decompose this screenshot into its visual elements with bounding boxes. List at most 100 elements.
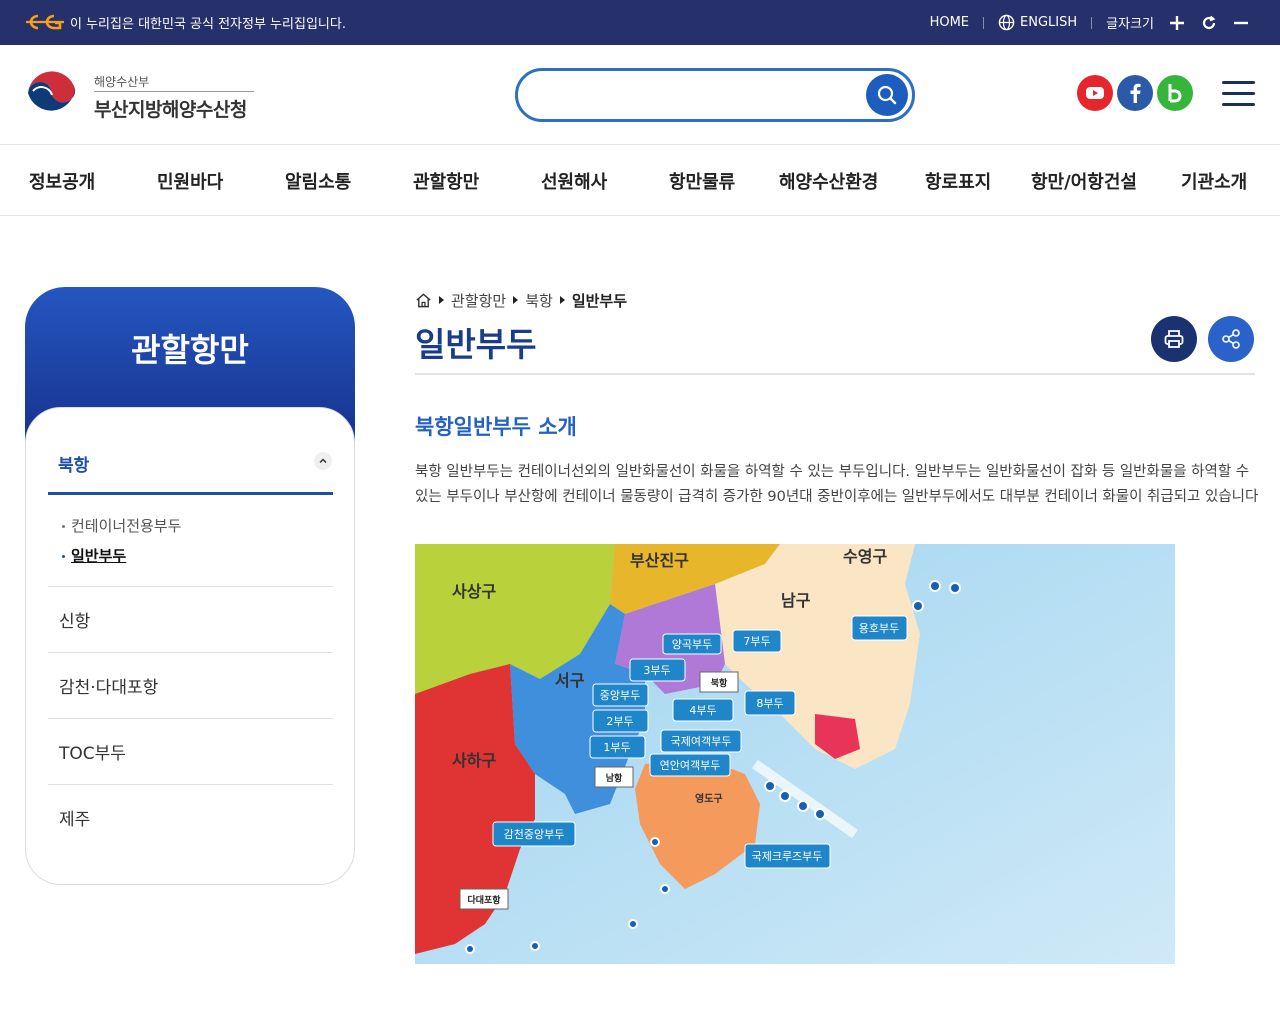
gnb-item-about[interactable]: 기관소개 — [1181, 168, 1247, 194]
side-item-gamcheon-dadaepo[interactable]: 감천·다대포항 — [59, 673, 158, 698]
svg-text:2부두: 2부두 — [606, 715, 633, 728]
side-item-new-port[interactable]: 신항 — [59, 607, 90, 632]
breadcrumb-item[interactable]: 북항 — [525, 290, 553, 311]
main-navigation: 정보공개 민원바다 알림소통 관할항만 선원해사 항만물류 해양수산환경 항로표… — [0, 146, 1280, 216]
svg-text:다대포항: 다대포항 — [467, 894, 501, 906]
gnb-item-civil[interactable]: 민원바다 — [157, 168, 223, 194]
sub-item-label: 컨테이너전용부두 — [71, 517, 182, 535]
top-links: HOME ENGLISH 글자크기 — [930, 0, 1250, 45]
pier-label-intl-ferry: 국제여객부두 — [660, 729, 742, 753]
chevron-up-icon[interactable] — [314, 452, 332, 470]
svg-text:용호부두: 용호부두 — [859, 622, 899, 635]
home-link[interactable]: HOME — [930, 15, 969, 30]
gnb-item-news[interactable]: 알림소통 — [285, 168, 351, 194]
pier-label-yongho: 용호부두 — [851, 615, 908, 641]
egov-logo-icon — [26, 14, 64, 30]
breadcrumb-current: 일반부두 — [571, 291, 628, 310]
pier-label-1: 1부두 — [589, 735, 646, 759]
svg-text:연안여객부두: 연안여객부두 — [660, 759, 721, 772]
globe-icon — [998, 14, 1015, 31]
gov-banner-text: 이 누리집은 대한민국 공식 전자정부 누리집입니다. — [70, 17, 346, 32]
gnb-item-environment[interactable]: 해양수산환경 — [779, 168, 878, 194]
english-label: ENGLISH — [1020, 15, 1078, 30]
pier-label-gamcheon-central: 감천중앙부두 — [492, 821, 576, 847]
sub-item-container-terminal[interactable]: 컨테이너전용부두 — [62, 515, 181, 536]
pier-label-7: 7부두 — [732, 629, 782, 653]
pier-label-3: 3부두 — [629, 658, 686, 682]
menu-icon[interactable] — [1222, 81, 1255, 107]
share-icon — [1222, 329, 1240, 349]
svg-text:양곡부두: 양곡부두 — [672, 638, 712, 651]
org-name[interactable]: 부산지방해양수산청 — [94, 95, 247, 122]
bullet-icon — [62, 555, 65, 558]
pier-label-grain: 양곡부두 — [662, 633, 722, 655]
district-label: 서구 — [555, 671, 585, 690]
svg-text:북항: 북항 — [711, 677, 728, 689]
district-label: 남구 — [781, 591, 811, 610]
gnb-item-construction[interactable]: 항만/어항건설 — [1031, 168, 1137, 194]
divider — [48, 784, 333, 785]
print-button[interactable] — [1151, 316, 1197, 362]
font-increase-icon[interactable] — [1168, 14, 1186, 32]
crumb-arrow-icon — [559, 296, 565, 304]
svg-text:국제크루즈부두: 국제크루즈부두 — [752, 850, 823, 863]
port-label-south: 남항 — [594, 766, 634, 788]
pier-label-8: 8부두 — [744, 690, 796, 716]
pier-label-4: 4부두 — [672, 698, 734, 722]
font-reset-icon[interactable] — [1200, 14, 1218, 32]
side-navigation: 관할항만 북항 컨테이너전용부두 일반부두 신항 감천·다대포항 TOC부두 제… — [25, 287, 355, 885]
side-item-north-port[interactable]: 북항 — [58, 451, 89, 476]
divider — [983, 16, 985, 29]
district-label: 부산진구 — [630, 551, 689, 570]
side-item-toc-pier[interactable]: TOC부두 — [59, 739, 126, 764]
divider — [48, 652, 333, 653]
svg-text:8부두: 8부두 — [756, 697, 783, 710]
svg-text:1부두: 1부두 — [603, 741, 630, 754]
breadcrumb-item[interactable]: 관할항만 — [451, 290, 506, 311]
english-link[interactable]: ENGLISH — [998, 14, 1077, 31]
blog-icon[interactable] — [1157, 75, 1193, 111]
gnb-item-info[interactable]: 정보공개 — [29, 168, 95, 194]
gnb-item-logistics[interactable]: 항만물류 — [669, 168, 735, 194]
youtube-icon[interactable] — [1077, 75, 1113, 111]
svg-text:감천중앙부두: 감천중앙부두 — [504, 827, 565, 841]
search-bar — [515, 68, 915, 122]
divider — [48, 492, 333, 495]
font-decrease-icon[interactable] — [1232, 14, 1250, 32]
search-input[interactable] — [538, 81, 858, 109]
site-header: 해양수산부 부산지방해양수산청 — [0, 45, 1280, 145]
pier-label-central: 중앙부두 — [592, 683, 649, 707]
sub-item-label: 일반부두 — [71, 547, 127, 565]
org-parent: 해양수산부 — [94, 75, 150, 89]
facebook-icon[interactable] — [1117, 75, 1153, 111]
divider — [48, 586, 333, 587]
svg-text:7부두: 7부두 — [743, 635, 770, 648]
port-label-north: 북항 — [699, 671, 739, 693]
svg-text:국제여객부두: 국제여객부두 — [671, 735, 732, 748]
side-title: 관할항만 — [131, 331, 249, 369]
share-button[interactable] — [1208, 316, 1254, 362]
divider — [1091, 16, 1093, 29]
side-item-jeju[interactable]: 제주 — [59, 805, 90, 830]
divider — [48, 718, 333, 719]
gnb-item-ports[interactable]: 관할항만 — [413, 168, 479, 194]
port-label-dadaepo: 다대포항 — [459, 888, 509, 910]
pier-label-2: 2부두 — [592, 709, 649, 733]
svg-text:중앙부두: 중앙부두 — [600, 689, 640, 702]
gov-emblem-icon[interactable] — [24, 67, 80, 123]
crumb-arrow-icon — [513, 296, 519, 304]
gnb-item-aids-to-navigation[interactable]: 항로표지 — [925, 168, 991, 194]
home-icon[interactable] — [415, 292, 432, 309]
gov-banner: 이 누리집은 대한민국 공식 전자정부 누리집입니다. HOME ENGLISH… — [0, 0, 1280, 45]
divider — [94, 91, 254, 92]
divider — [415, 373, 1255, 375]
svg-text:남항: 남항 — [606, 772, 623, 784]
gnb-item-seafarers[interactable]: 선원해사 — [541, 168, 607, 194]
pier-label-intl-cruise: 국제크루즈부두 — [744, 843, 831, 869]
search-button[interactable] — [866, 74, 908, 116]
bullet-icon — [62, 525, 65, 528]
sub-item-general-pier[interactable]: 일반부두 — [62, 545, 126, 566]
pier-map-illustration: 부산진구 수영구 사상구 남구 서구 사하구 영도구 양곡부두 7부두 3부두 … — [415, 544, 1175, 964]
svg-text:4부두: 4부두 — [689, 704, 716, 717]
district-label: 영도구 — [695, 792, 723, 805]
